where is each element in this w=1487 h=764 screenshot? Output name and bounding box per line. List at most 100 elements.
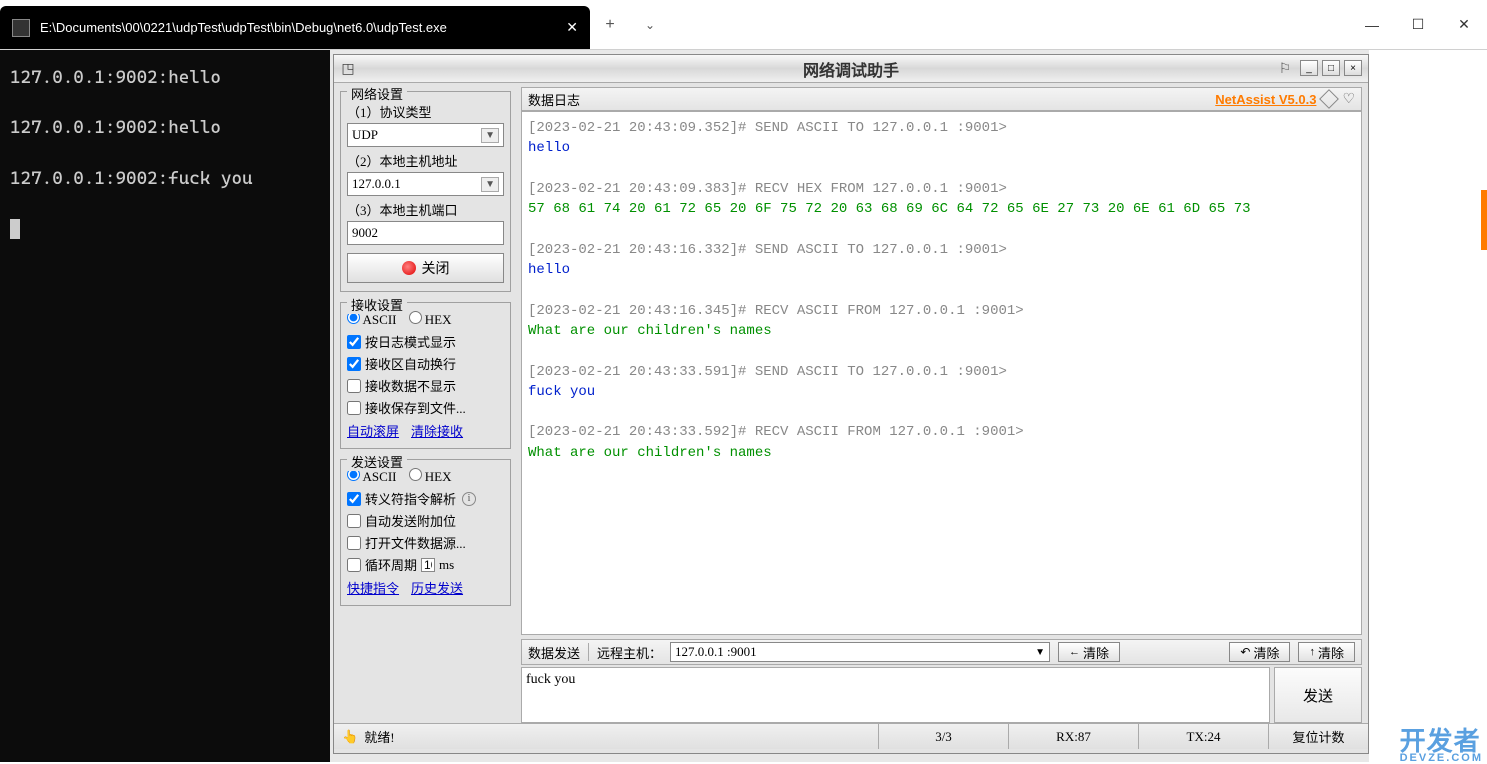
port-label: （3）本地主机端口 (347, 200, 504, 219)
log-header-label: 数据日志 (528, 90, 580, 109)
window-minimize-button[interactable]: — (1349, 0, 1395, 49)
status-reset-button[interactable]: 复位计数 (1268, 724, 1368, 749)
new-tab-button[interactable]: + (590, 0, 630, 49)
escape-parse-check[interactable]: 转义符指令解析 i (347, 489, 504, 508)
app-minimize-button[interactable]: _ (1300, 60, 1318, 76)
tab-title: E:\Documents\00\0221\udpTest\udpTest\bin… (40, 20, 447, 35)
hand-icon: 👆 (342, 729, 358, 745)
check-label: 打开文件数据源... (365, 533, 466, 552)
check-label: 转义符指令解析 (365, 489, 456, 508)
log-area[interactable]: [2023-02-21 20:43:09.352]# SEND ASCII TO… (521, 111, 1362, 635)
terminal-icon (12, 19, 30, 37)
orange-marker (1481, 190, 1487, 250)
auto-scroll-link[interactable]: 自动滚屏 (347, 421, 399, 440)
host-value: 127.0.0.1 (352, 176, 401, 192)
remote-host-value: 127.0.0.1 :9001 (675, 644, 757, 660)
close-connection-button[interactable]: 关闭 (347, 253, 504, 283)
port-input[interactable] (347, 221, 504, 245)
check-label: 接收区自动换行 (365, 354, 456, 373)
left-panel: 网络设置 （1）协议类型 UDP ▼ （2）本地主机地址 127.0.0.1 ▼ （… (334, 83, 517, 723)
tab-dropdown-icon[interactable]: ⌄ (630, 0, 670, 49)
chevron-down-icon: ▼ (1035, 647, 1045, 658)
status-count: 3/3 (878, 724, 1008, 749)
right-sliver (1369, 50, 1487, 762)
recv-settings-group: 接收设置 ASCII HEX 按日志模式显示 接收区自动换行 接收数据不显示 接… (340, 302, 511, 449)
netassist-desktop: ◳ 网络调试助手 ⚐ _ □ × 网络设置 （1）协议类型 UDP ▼ （2）本地… (330, 50, 1369, 762)
protocol-label: （1）协议类型 (347, 102, 504, 121)
button-label: 关闭 (422, 258, 450, 278)
recv-hide-check[interactable]: 接收数据不显示 (347, 376, 504, 395)
send-header: 数据发送 远程主机： 127.0.0.1 :9001 ▼ 清除 清除 清除 (521, 639, 1362, 665)
right-panel: 数据日志 NetAssist V5.0.3 ♡ [2023-02-21 20:4… (517, 83, 1368, 723)
check-label: 接收数据不显示 (365, 376, 456, 395)
remote-host-select[interactable]: 127.0.0.1 :9001 ▼ (670, 642, 1050, 662)
diamond-icon[interactable] (1320, 89, 1340, 109)
send-textarea[interactable] (521, 667, 1270, 723)
send-button[interactable]: 发送 (1274, 667, 1362, 723)
info-icon[interactable]: i (462, 492, 476, 506)
group-title: 网络设置 (347, 84, 407, 103)
check-label: 按日志模式显示 (365, 332, 456, 351)
bell-icon[interactable]: ♡ (1342, 91, 1355, 108)
pin-icon[interactable]: ⚐ (1274, 60, 1296, 77)
console-output[interactable]: 127.0.0.1:9002:hello 127.0.0.1:9002:hell… (0, 50, 330, 762)
radio-label: HEX (425, 469, 452, 484)
clear-button-3[interactable]: 清除 (1298, 642, 1355, 662)
clear-button-2[interactable]: 清除 (1229, 642, 1290, 662)
radio-label: HEX (425, 312, 452, 327)
cycle-period-input[interactable] (421, 558, 435, 572)
status-rx: RX:87 (1008, 724, 1138, 749)
log-header: 数据日志 NetAssist V5.0.3 ♡ (521, 87, 1362, 111)
history-send-link[interactable]: 历史发送 (411, 578, 463, 597)
unit-label: ms (439, 557, 454, 573)
send-header-label: 数据发送 (528, 643, 580, 662)
quick-cmd-link[interactable]: 快捷指令 (347, 578, 399, 597)
chevron-down-icon: ▼ (481, 128, 499, 143)
watermark: 开发者 DEVZE.COM (1400, 721, 1483, 764)
chevron-down-icon: ▼ (481, 177, 499, 192)
protocol-value: UDP (352, 127, 378, 143)
status-bar: 👆就绪! 3/3 RX:87 TX:24 复位计数 (334, 723, 1368, 749)
check-label: 循环周期 (365, 555, 417, 574)
clear-remote-button[interactable]: 清除 (1058, 642, 1120, 662)
protocol-select[interactable]: UDP ▼ (347, 123, 504, 147)
auto-append-check[interactable]: 自动发送附加位 (347, 511, 504, 530)
host-select[interactable]: 127.0.0.1 ▼ (347, 172, 504, 196)
tab-close-icon[interactable]: ✕ (566, 19, 578, 36)
netassist-window: ◳ 网络调试助手 ⚐ _ □ × 网络设置 （1）协议类型 UDP ▼ （2）本地… (333, 54, 1369, 754)
tab-active[interactable]: E:\Documents\00\0221\udpTest\udpTest\bin… (0, 6, 590, 49)
radio-label: ASCII (363, 312, 397, 327)
network-settings-group: 网络设置 （1）协议类型 UDP▼ （2）本地主机地址 127.0.0.1▼ （… (340, 91, 511, 292)
app-close-button[interactable]: × (1344, 60, 1362, 76)
host-label: （2）本地主机地址 (347, 151, 504, 170)
watermark-sub: DEVZE.COM (1400, 752, 1483, 764)
open-file-source-check[interactable]: 打开文件数据源... (347, 533, 504, 552)
send-hex-radio[interactable]: HEX (409, 468, 452, 485)
window-close-button[interactable]: ✕ (1441, 0, 1487, 49)
button-label: 清除 (1253, 643, 1279, 662)
button-label: 清除 (1083, 643, 1109, 662)
check-label: 接收保存到文件... (365, 398, 466, 417)
window-titlebar: E:\Documents\00\0221\udpTest\udpTest\bin… (0, 0, 1487, 50)
recv-save-file-check[interactable]: 接收保存到文件... (347, 398, 504, 417)
recv-hex-radio[interactable]: HEX (409, 311, 452, 328)
status-ready: 就绪! (364, 727, 394, 746)
clear-recv-link[interactable]: 清除接收 (411, 421, 463, 440)
brand-link[interactable]: NetAssist V5.0.3 (1215, 92, 1316, 107)
cursor-icon (10, 219, 20, 239)
cycle-period-check[interactable]: 循环周期 ms (347, 555, 504, 574)
window-maximize-button[interactable]: ☐ (1395, 0, 1441, 49)
record-icon (402, 261, 416, 275)
send-settings-group: 发送设置 ASCII HEX 转义符指令解析i 自动发送附加位 打开文件数据源.… (340, 459, 511, 606)
netassist-titlebar[interactable]: ◳ 网络调试助手 ⚐ _ □ × (334, 55, 1368, 83)
console-text: 127.0.0.1:9002:hello 127.0.0.1:9002:hell… (10, 67, 253, 189)
recv-log-mode-check[interactable]: 按日志模式显示 (347, 332, 504, 351)
recv-auto-wrap-check[interactable]: 接收区自动换行 (347, 354, 504, 373)
button-label: 清除 (1318, 643, 1344, 662)
group-title: 接收设置 (347, 295, 407, 314)
app-maximize-button[interactable]: □ (1322, 60, 1340, 76)
check-label: 自动发送附加位 (365, 511, 456, 530)
app-title: 网络调试助手 (334, 57, 1368, 81)
remote-host-label: 远程主机： (597, 643, 662, 662)
group-title: 发送设置 (347, 452, 407, 471)
